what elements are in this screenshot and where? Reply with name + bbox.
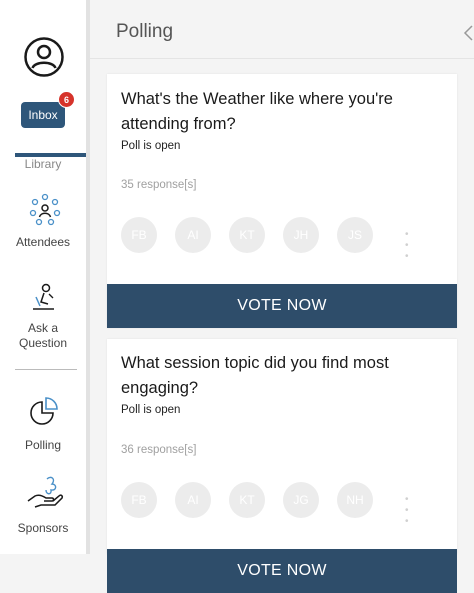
sidebar-item-polling[interactable]: Polling <box>0 438 86 452</box>
avatar: AI <box>175 217 211 253</box>
header-divider <box>90 58 474 59</box>
avatar: JS <box>337 217 373 253</box>
avatar: AI <box>175 482 211 518</box>
poll-response-count: 36 response[s] <box>121 444 197 456</box>
avatar: JH <box>283 217 319 253</box>
pie-chart-icon[interactable] <box>29 396 59 426</box>
chevron-left-icon[interactable] <box>462 24 474 42</box>
user-profile-icon[interactable] <box>23 36 65 78</box>
vote-now-button[interactable]: VOTE NOW <box>107 284 457 328</box>
page-title: Polling <box>116 21 174 42</box>
poll-status: Poll is open <box>121 140 181 152</box>
poll-question: What session topic did you find most eng… <box>121 354 389 397</box>
ask-label-line2[interactable]: Question <box>0 336 86 350</box>
avatar: JG <box>283 482 319 518</box>
sponsors-icon[interactable] <box>25 474 65 512</box>
avatar: KT <box>229 217 265 253</box>
avatar: FB <box>121 217 157 253</box>
avatar: FB <box>121 482 157 518</box>
poll-card: What session topic did you find most eng… <box>107 339 457 593</box>
vote-now-button[interactable]: VOTE NOW <box>107 549 457 593</box>
library-label: Library <box>24 157 62 171</box>
ask-label-line1[interactable]: Ask a <box>0 321 86 335</box>
poll-response-count: 35 response[s] <box>121 179 197 191</box>
inbox-badge: 6 <box>58 91 75 108</box>
sidebar-separator <box>15 369 77 370</box>
ask-question-icon[interactable] <box>30 282 58 312</box>
poll-card: What's the Weather like where you're att… <box>107 74 457 328</box>
poll-status: Poll is open <box>121 404 181 416</box>
more-dots-icon[interactable]: • • • <box>405 494 412 527</box>
sidebar-divider <box>86 0 90 554</box>
more-dots-icon[interactable]: • • • <box>405 229 412 262</box>
sidebar-item-sponsors[interactable]: Sponsors <box>0 521 86 535</box>
active-tab-indicator <box>15 153 86 157</box>
avatar: NH <box>337 482 373 518</box>
inbox-button[interactable]: Inbox <box>21 102 65 128</box>
inbox-label: Inbox <box>28 108 58 122</box>
sidebar: Inbox 6 Library Attendees Ask a Question <box>0 0 86 554</box>
sidebar-item-attendees[interactable]: Attendees <box>0 235 86 249</box>
avatar: KT <box>229 482 265 518</box>
attendees-icon[interactable] <box>28 193 62 227</box>
poll-question: What's the Weather like where you're att… <box>121 90 393 133</box>
